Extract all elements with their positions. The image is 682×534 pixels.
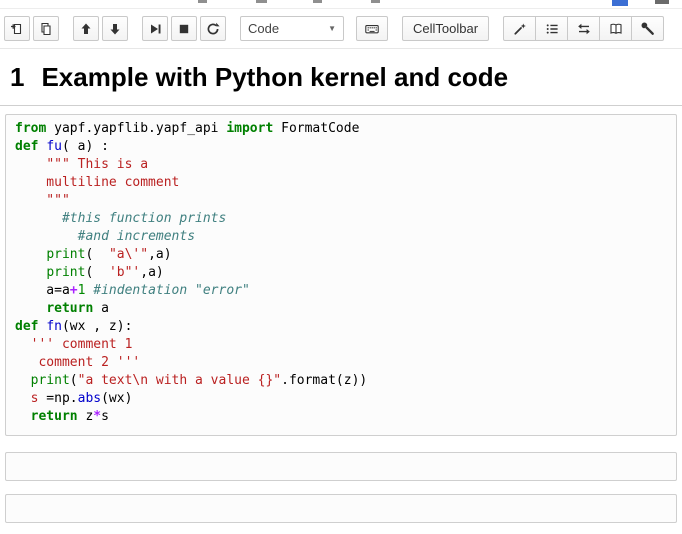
clipped-menu-fragment <box>655 0 669 4</box>
code-cell[interactable]: from yapf.yapflib.yapf_api import Format… <box>5 114 677 436</box>
code-line[interactable]: """ This is a <box>15 157 672 175</box>
settings-wrench-button[interactable] <box>631 16 664 41</box>
page-title: 1 Example with Python kernel and code <box>10 62 682 93</box>
prettify-code-button[interactable] <box>503 16 536 41</box>
code-line[interactable]: s =np.abs(wx) <box>15 391 672 409</box>
caret-down-icon: ▼ <box>328 24 336 33</box>
clipped-menu-fragment <box>198 0 207 3</box>
palette-group <box>356 16 388 41</box>
sync-icon <box>577 22 591 36</box>
code-area[interactable]: from yapf.yapflib.yapf_api import Format… <box>15 121 672 427</box>
code-line[interactable]: def fn(wx , z): <box>15 319 672 337</box>
cell-type-value: Code <box>248 21 279 36</box>
book-icon <box>609 22 623 36</box>
extension-buttons-group <box>503 16 664 41</box>
wrench-icon <box>641 22 655 36</box>
clipped-menu-fragment <box>313 0 322 3</box>
empty-code-cell-2[interactable] <box>5 494 677 523</box>
toolbar: Code ▼ CellToolbar <box>0 9 682 49</box>
celltoolbar-group: CellToolbar <box>402 16 489 41</box>
clipped-menu-fragment <box>256 0 267 3</box>
move-down-icon <box>108 22 122 36</box>
restart-kernel-button[interactable] <box>200 16 226 41</box>
book-button[interactable] <box>599 16 632 41</box>
empty-code-cell-1[interactable] <box>5 452 677 481</box>
insert-cell-button[interactable] <box>4 16 30 41</box>
celltoolbar-label: CellToolbar <box>413 21 478 36</box>
list-icon <box>545 22 559 36</box>
code-line[interactable]: print("a text\n with a value {}".format(… <box>15 373 672 391</box>
move-cell-group <box>73 16 128 41</box>
code-line[interactable]: """ <box>15 193 672 211</box>
markdown-cell[interactable]: 1 Example with Python kernel and code <box>0 62 682 93</box>
run-cell-button[interactable] <box>142 16 168 41</box>
move-cell-down-button[interactable] <box>102 16 128 41</box>
code-line[interactable]: multiline comment <box>15 175 672 193</box>
heading-text: Example with Python kernel and code <box>41 62 508 92</box>
code-line[interactable]: a=a+1 #indentation "error" <box>15 283 672 301</box>
cell-type-select[interactable]: Code ▼ <box>240 16 344 41</box>
command-palette-button[interactable] <box>356 16 388 41</box>
clipped-menu-fragment <box>371 0 380 3</box>
code-line[interactable]: comment 2 ''' <box>15 355 672 373</box>
stop-icon <box>177 22 191 36</box>
code-line[interactable]: ''' comment 1 <box>15 337 672 355</box>
table-of-contents-button[interactable] <box>535 16 568 41</box>
sync-button[interactable] <box>567 16 600 41</box>
code-line[interactable]: return a <box>15 301 672 319</box>
code-line[interactable]: return z*s <box>15 409 672 427</box>
run-icon <box>148 22 162 36</box>
section-number: 1 <box>10 62 24 92</box>
move-up-icon <box>79 22 93 36</box>
wand-icon <box>513 22 527 36</box>
insert-cell-icon <box>10 22 24 36</box>
code-line[interactable]: from yapf.yapflib.yapf_api import Format… <box>15 121 672 139</box>
copy-icon <box>39 22 53 36</box>
restart-icon <box>206 22 220 36</box>
jupyter-notebook-window: Code ▼ CellToolbar <box>0 0 682 534</box>
keyboard-icon <box>365 22 379 36</box>
copy-cells-button[interactable] <box>33 16 59 41</box>
code-line[interactable]: print( 'b"',a) <box>15 265 672 283</box>
code-line[interactable]: #this function prints <box>15 211 672 229</box>
clipped-kernel-indicator <box>612 0 628 6</box>
run-group <box>142 16 226 41</box>
move-cell-up-button[interactable] <box>73 16 99 41</box>
code-line[interactable]: print( "a\'",a) <box>15 247 672 265</box>
code-line[interactable]: def fu( a) : <box>15 139 672 157</box>
code-line[interactable]: #and increments <box>15 229 672 247</box>
celltoolbar-button[interactable]: CellToolbar <box>402 16 489 41</box>
menubar-clipped <box>0 0 682 9</box>
interrupt-kernel-button[interactable] <box>171 16 197 41</box>
clipboard-group <box>4 16 59 41</box>
divider <box>0 105 682 106</box>
